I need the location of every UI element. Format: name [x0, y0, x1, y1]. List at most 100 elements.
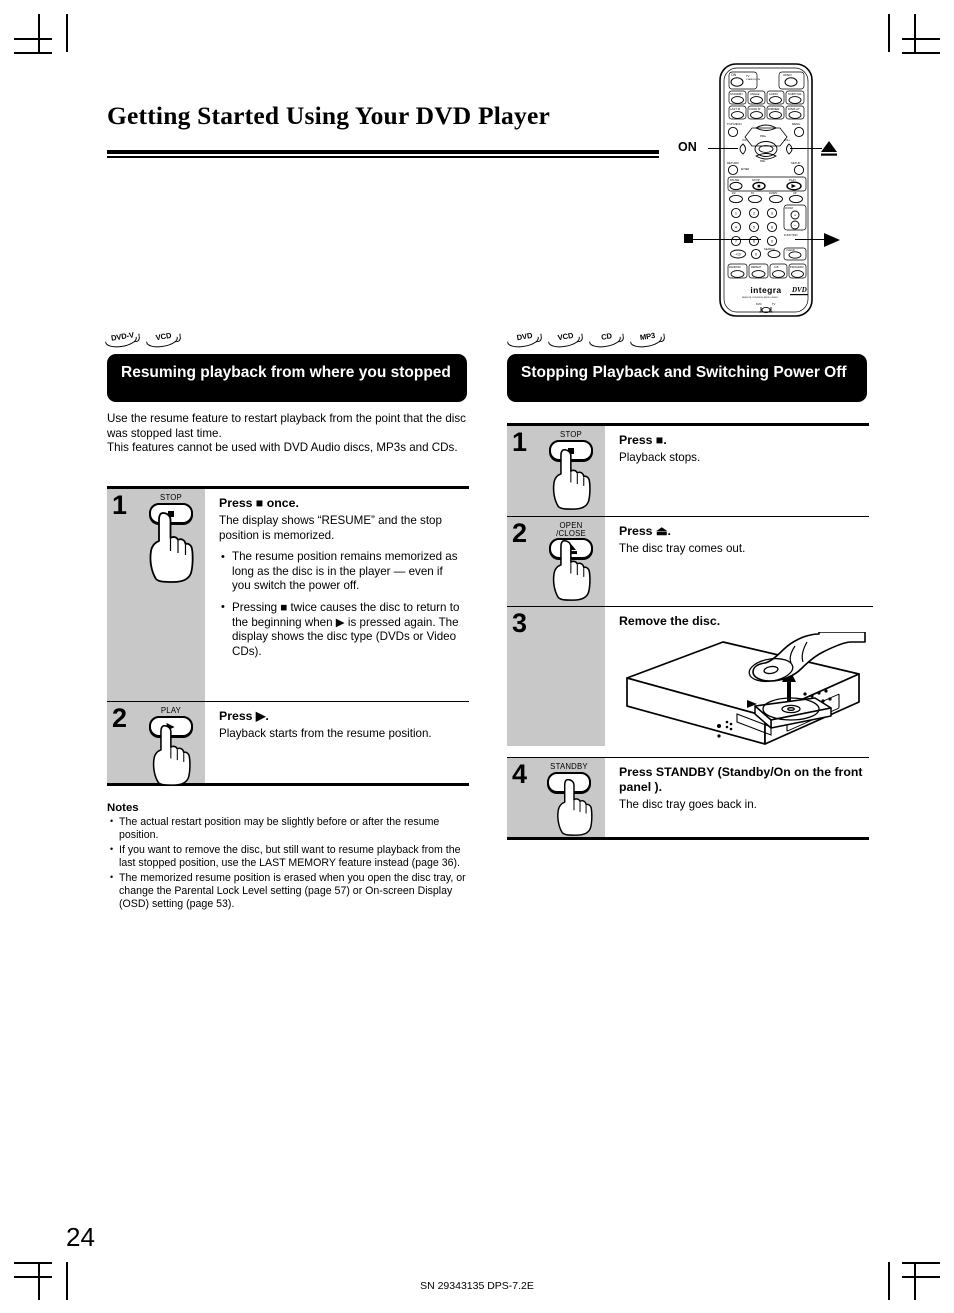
svg-text:VOL-: VOL-	[742, 139, 748, 142]
step-number: 1	[512, 427, 528, 457]
step-text-cell: Press ■. Playback stops.	[605, 426, 869, 516]
svg-text:3: 3	[771, 211, 773, 215]
step-bullets: The resume position remains memorized as…	[219, 550, 463, 659]
crop-mark-tr-v2	[888, 14, 890, 52]
svg-text:ZOOM: ZOOM	[785, 206, 793, 210]
crop-mark-tl-v2	[66, 14, 68, 52]
step-icon-cell: 1 STOP	[107, 489, 205, 701]
svg-text:RETURN: RETURN	[727, 161, 739, 165]
svg-text:DOWN: DOWN	[769, 191, 777, 195]
step-number: 4	[512, 759, 528, 789]
step-heading: Press ▶.	[219, 709, 269, 723]
svg-text:FUNCTION: FUNCTION	[784, 233, 798, 237]
step-icon-cell: 1 STOP	[507, 426, 605, 516]
step-icon-cell: 4 STANDBY ⎉	[507, 757, 605, 837]
pointing-hand-icon	[547, 539, 599, 606]
note-item: The memorized resume position is erased …	[107, 871, 475, 912]
page-title: Getting Started Using Your DVD Player	[107, 101, 550, 130]
title-rule-thin	[107, 156, 659, 158]
step-icon-cell: 2 PLAY	[107, 701, 205, 786]
step-row: 2 OPEN /CLOSE Press ⏏. The disc tray com…	[507, 516, 869, 606]
right-steps-table: 1 STOP Press ■. Playback stops. 2 OPEN /…	[507, 423, 873, 840]
svg-text:PLAY: PLAY	[789, 178, 796, 182]
note-item: If you want to remove the disc, but stil…	[107, 843, 475, 871]
svg-text:LAST M: LAST M	[730, 107, 741, 111]
step-row: 1 STOP Press ■. Playback stops.	[507, 426, 869, 516]
step-description: The disc tray comes out.	[619, 542, 746, 555]
svg-text:DVD: DVD	[791, 286, 807, 294]
crop-mark-tl-h2	[14, 38, 52, 40]
svg-text:DISPLAY: DISPLAY	[788, 107, 800, 111]
step-heading: Press ■ once.	[219, 496, 299, 510]
crop-mark-tl-v	[38, 14, 40, 52]
step-number: 2	[112, 703, 128, 733]
svg-text:CLEAR: CLEAR	[786, 248, 795, 252]
step-text-cell: Press ⏏. The disc tray comes out.	[605, 516, 869, 606]
step-row: 2 PLAY Press ▶. Playback starts from the…	[107, 701, 469, 786]
pointing-hand-icon	[147, 724, 199, 791]
svg-text:REMOTE CONTROLLER RC-450DV: REMOTE CONTROLLER RC-450DV	[742, 297, 779, 299]
step-bullet: Pressing ■ twice causes the disc to retu…	[219, 600, 463, 659]
button-label: OPEN /CLOSE	[556, 521, 586, 538]
step-icon-cell: 3	[507, 606, 605, 746]
crop-mark-tl-h	[14, 52, 52, 54]
svg-text:STANDBY: STANDBY	[730, 92, 743, 96]
manual-page: Getting Started Using Your DVD Player ON…	[0, 0, 954, 1313]
svg-text:6: 6	[771, 225, 773, 229]
crop-mark-bl-h2	[14, 1276, 52, 1278]
remote-control-svg: ON TV STANDBY/ON OPEN STANDBY ANGLE AUDI…	[719, 63, 813, 317]
svg-text:+10: +10	[735, 252, 741, 256]
svg-text:REPEAT: REPEAT	[751, 265, 762, 269]
step-number: 2	[512, 518, 528, 548]
step-description: Playback starts from the resume position…	[219, 727, 432, 740]
svg-text:PRE+: PRE+	[760, 135, 767, 138]
step-number: 3	[512, 608, 528, 638]
disc-badge-vcd: VCD	[146, 332, 182, 349]
svg-text:TOP MENU: TOP MENU	[727, 122, 742, 126]
step-row: 4 STANDBY ⎉ Press STANDBY (Standby/On on…	[507, 757, 869, 837]
remote-control-illustration: ON TV STANDBY/ON OPEN STANDBY ANGLE AUDI…	[664, 58, 954, 323]
svg-text:PROGRAM: PROGRAM	[790, 265, 803, 269]
step-text-cell: Remove the disc.	[605, 606, 873, 757]
step-row: 3 Remove the disc.	[507, 606, 873, 757]
step-description: The display shows “RESUME” and the stop …	[219, 514, 442, 542]
step-row: 1 STOP Press ■ once. The display shows “…	[107, 489, 469, 701]
svg-text:UP: UP	[793, 191, 797, 195]
svg-text:TV: TV	[772, 302, 776, 306]
svg-text:FR: FR	[732, 191, 736, 195]
svg-text:TV: TV	[746, 74, 750, 78]
svg-text:4: 4	[735, 225, 737, 229]
remote-callout-play-leader	[795, 239, 825, 241]
svg-text:5: 5	[753, 225, 755, 229]
svg-text:FF: FF	[751, 191, 755, 195]
remote-callout-eject-leader	[790, 148, 822, 150]
svg-text:AUDIO: AUDIO	[769, 92, 779, 96]
step-heading: Press ⏏.	[619, 524, 671, 538]
disc-badge-cd: CD	[589, 332, 625, 349]
title-rule-thick	[107, 150, 659, 154]
step-text-cell: Press ■ once. The display shows “RESUME”…	[205, 489, 469, 701]
step-heading: Remove the disc.	[619, 614, 721, 628]
svg-text:STANDBY/ON: STANDBY/ON	[746, 78, 760, 81]
svg-text:OPEN: OPEN	[783, 73, 792, 77]
svg-text:DVD: DVD	[756, 302, 762, 306]
svg-text:9: 9	[771, 239, 773, 243]
svg-text:RANDOM: RANDOM	[729, 265, 741, 269]
left-steps-table: 1 STOP Press ■ once. The display shows “…	[107, 486, 469, 786]
disc-badge-vcd: VCD	[548, 332, 584, 349]
crop-mark-br-h2	[902, 1276, 940, 1278]
button-label: PLAY	[160, 706, 182, 715]
remote-callout-eject-icon	[820, 140, 838, 161]
svg-text:VOL+: VOL+	[784, 139, 791, 142]
remote-callout-play-icon	[822, 232, 842, 253]
svg-text:SETUP: SETUP	[791, 161, 800, 165]
svg-text:2: 2	[753, 211, 755, 215]
button-label: STOP	[160, 493, 182, 502]
crop-mark-tr-h2	[902, 38, 940, 40]
step-heading: Press ■.	[619, 433, 667, 447]
left-section-heading: Resuming playback from where you stopped	[107, 354, 467, 402]
pointing-hand-icon	[551, 778, 601, 841]
step-description: Playback stops.	[619, 451, 701, 464]
crop-mark-tr-v	[914, 14, 916, 52]
right-section-heading: Stopping Playback and Switching Power Of…	[507, 354, 867, 402]
